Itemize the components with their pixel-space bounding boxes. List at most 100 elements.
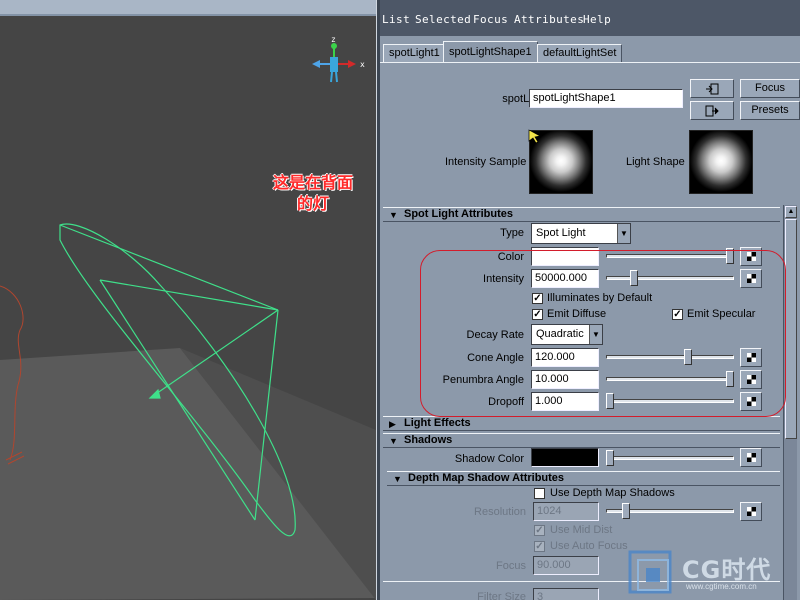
dropoff-field[interactable]: 1.000 — [531, 392, 599, 411]
menu-selected[interactable]: Selected — [415, 13, 471, 26]
map-checker-icon — [747, 453, 756, 462]
slider-track — [606, 355, 734, 359]
input-connections-button[interactable] — [690, 79, 734, 98]
menu-list[interactable]: List — [382, 13, 410, 26]
resolution-map-button[interactable] — [740, 502, 762, 521]
map-checker-icon — [747, 353, 756, 362]
color-map-button[interactable] — [740, 247, 762, 266]
emit-specular-label: Emit Specular — [687, 308, 756, 320]
menu-attributes[interactable]: Attributes — [514, 13, 584, 26]
focus-field[interactable]: 90.000 — [533, 556, 599, 575]
shadow-color-slider[interactable] — [606, 449, 734, 468]
slider-track — [606, 377, 734, 381]
intensity-sample-label: Intensity Sample — [445, 156, 527, 168]
cone-angle-map-button[interactable] — [740, 348, 762, 367]
menu-bar: List Selected Focus Attributes Help — [380, 0, 800, 36]
section-spot-light-attributes[interactable]: ▼ Spot Light Attributes — [383, 207, 780, 222]
use-mid-dist-checkbox[interactable]: ✓ — [534, 525, 545, 536]
shadow-color-swatch[interactable] — [531, 448, 599, 467]
dropoff-map-button[interactable] — [740, 392, 762, 411]
check-mark-icon: ✓ — [535, 525, 544, 536]
intensity-field[interactable]: 50000.000 — [531, 269, 599, 288]
section-title: Spot Light Attributes — [404, 208, 513, 220]
light-shape-swatch — [689, 130, 753, 194]
shadow-color-label: Shadow Color — [454, 453, 524, 465]
emit-specular-checkbox[interactable]: ✓ — [672, 309, 683, 320]
axis-label-x: x — [360, 60, 365, 69]
annotation-line-1: 这是在背面 — [272, 173, 353, 192]
resolution-slider[interactable] — [606, 502, 734, 521]
presets-button[interactable]: Presets — [740, 101, 800, 120]
scrollbar-thumb[interactable] — [785, 219, 797, 439]
intensity-slider[interactable] — [606, 269, 734, 288]
annotation-text: 这是在背面 的灯 — [248, 172, 376, 214]
illuminates-by-default-label: Illuminates by Default — [547, 292, 653, 304]
check-mark-icon: ✓ — [535, 541, 544, 552]
annotation-line-2: 的灯 — [296, 194, 329, 213]
illuminates-by-default-checkbox[interactable]: ✓ — [532, 293, 543, 304]
shadow-color-map-button[interactable] — [740, 448, 762, 467]
color-swatch[interactable] — [531, 247, 599, 266]
collapse-triangle-icon: ▼ — [389, 436, 398, 446]
resolution-label: Resolution — [474, 506, 526, 518]
filter-size-field[interactable]: 3 — [533, 588, 599, 600]
collapse-triangle-icon: ▼ — [389, 210, 398, 220]
attribute-editor: List Selected Focus Attributes Help spot… — [380, 0, 800, 600]
axis-label-z: z — [331, 35, 336, 44]
penumbra-angle-map-button[interactable] — [740, 370, 762, 389]
tab-spotlight1[interactable]: spotLight1 — [383, 44, 446, 63]
slider-handle[interactable] — [606, 393, 614, 409]
use-auto-focus-checkbox[interactable]: ✓ — [534, 541, 545, 552]
tab-spotlightshape1[interactable]: spotLightShape1 — [443, 41, 538, 63]
attribute-scroll-pane: ▼ Spot Light Attributes Type Spot Light … — [382, 205, 785, 600]
map-checker-icon — [747, 274, 756, 283]
intensity-sample-swatch — [528, 129, 593, 194]
expand-triangle-icon: ▶ — [389, 419, 396, 429]
focus-button[interactable]: Focus — [740, 79, 800, 98]
scroll-up-icon[interactable]: ▲ — [785, 206, 797, 218]
vertical-scrollbar[interactable]: ▲ — [783, 205, 797, 600]
slider-track — [606, 456, 734, 460]
focus-label: Focus — [496, 560, 526, 572]
penumbra-angle-slider[interactable] — [606, 370, 734, 389]
menu-help[interactable]: Help — [583, 13, 611, 26]
menu-focus[interactable]: Focus — [473, 13, 508, 26]
light-shape-label: Light Shape — [626, 156, 685, 168]
viewport-title-bar — [0, 0, 376, 16]
slider-track — [606, 276, 734, 280]
node-name-field[interactable]: spotLightShape1 — [529, 89, 683, 108]
cone-angle-slider[interactable] — [606, 348, 734, 367]
decay-rate-label: Decay Rate — [466, 329, 524, 341]
slider-handle[interactable] — [606, 450, 614, 466]
tab-divider — [380, 62, 800, 63]
section-shadows[interactable]: ▼ Shadows — [383, 433, 780, 448]
watermark-url: www.cgtime.com.cn — [686, 582, 757, 591]
watermark-text: CG时代 — [682, 556, 772, 584]
dropoff-slider[interactable] — [606, 392, 734, 411]
penumbra-angle-field[interactable]: 10.000 — [531, 370, 599, 389]
slider-handle[interactable] — [630, 270, 638, 286]
slider-handle[interactable] — [622, 503, 630, 519]
output-arrow-icon — [705, 105, 719, 117]
slider-handle[interactable] — [684, 349, 692, 365]
color-slider[interactable] — [606, 247, 734, 266]
emit-diffuse-checkbox[interactable]: ✓ — [532, 309, 543, 320]
viewport-scene[interactable]: z x — [0, 16, 376, 600]
tab-defaultlightset[interactable]: defaultLightSet — [537, 44, 623, 63]
cone-angle-field[interactable]: 120.000 — [531, 348, 599, 367]
output-connections-button[interactable] — [690, 101, 734, 120]
axis-gizmo-icon: z x — [312, 35, 365, 83]
dropdown-arrow-icon: ▼ — [617, 224, 630, 243]
section-depth-map-shadow-attributes[interactable]: ▼ Depth Map Shadow Attributes — [387, 471, 780, 486]
map-checker-icon — [747, 375, 756, 384]
viewport-panel[interactable]: z x 这是在背面 的灯 — [0, 0, 376, 600]
intensity-map-button[interactable] — [740, 269, 762, 288]
type-dropdown[interactable]: Spot Light ▼ — [531, 223, 631, 244]
section-light-effects[interactable]: ▶ Light Effects — [383, 416, 780, 431]
decay-rate-dropdown[interactable]: Quadratic ▼ — [531, 324, 603, 345]
slider-track — [606, 399, 734, 403]
slider-handle[interactable] — [726, 371, 734, 387]
use-depth-map-shadows-checkbox[interactable] — [534, 488, 545, 499]
resolution-field[interactable]: 1024 — [533, 502, 599, 521]
slider-handle[interactable] — [726, 248, 734, 264]
